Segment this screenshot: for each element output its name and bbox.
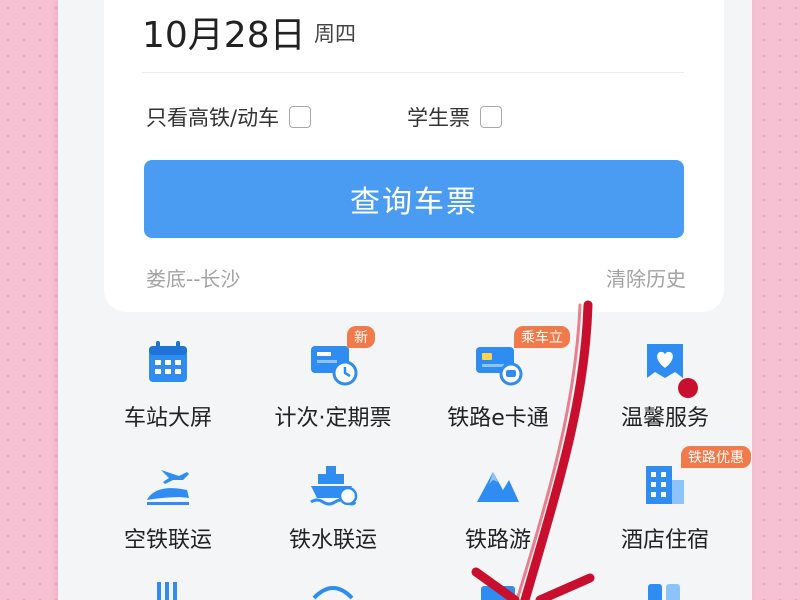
high-speed-only-option[interactable]: 只看高铁/动车	[146, 102, 312, 132]
service-row3-item-3[interactable]	[418, 578, 578, 600]
student-ticket-option[interactable]: 学生票	[407, 102, 502, 132]
service-air-rail[interactable]: 空铁联运	[88, 460, 248, 560]
service-row3-item-4[interactable]	[585, 578, 745, 600]
service-label: 铁路游	[464, 528, 531, 553]
service-station-screen[interactable]: 车站大屏	[88, 338, 248, 438]
student-ticket-checkbox[interactable]	[480, 106, 502, 128]
service-hotel[interactable]: 铁路优惠 酒店住宿	[585, 446, 751, 560]
service-row3-item-2[interactable]	[253, 578, 413, 600]
service-label: 铁路e卡通	[447, 406, 549, 431]
list-icon	[473, 578, 523, 600]
service-label: 车站大屏	[123, 406, 212, 431]
service-label: 空铁联运	[123, 528, 212, 553]
student-ticket-label: 学生票	[407, 106, 470, 130]
dining-icon	[143, 578, 193, 600]
service-row3-item-1[interactable]	[88, 578, 248, 600]
high-speed-only-checkbox[interactable]	[289, 106, 312, 128]
service-warm-service[interactable]: 温馨服务	[585, 338, 745, 438]
ticket-search-card: 10月28日 周四 只看高铁/动车 学生票 查询车票 娄底--长沙 清除历史	[104, 0, 724, 312]
service-label: 酒店住宿	[620, 528, 709, 553]
grid-icon	[640, 578, 690, 600]
ship-train-icon	[308, 460, 358, 510]
calendar-icon	[143, 338, 193, 388]
query-tickets-button[interactable]: 查询车票	[144, 160, 684, 238]
service-rail-water[interactable]: 铁水联运	[253, 460, 413, 560]
mountain-icon	[473, 460, 523, 510]
divider	[142, 72, 684, 73]
service-rail-travel[interactable]: 铁路游	[418, 460, 578, 560]
plane-train-icon	[143, 460, 193, 510]
basket-icon	[308, 578, 358, 600]
service-label: 温馨服务	[620, 406, 709, 431]
service-railway-ecard[interactable]: 乘车立 铁路e卡通	[418, 326, 578, 438]
travel-date[interactable]: 10月28日	[142, 6, 306, 58]
search-history-item[interactable]: 娄底--长沙	[146, 263, 240, 292]
ecard-badge: 乘车立	[514, 326, 570, 348]
service-periodic-ticket[interactable]: 新 计次·定期票	[253, 326, 413, 438]
travel-weekday: 周四	[314, 22, 356, 46]
service-label: 计次·定期票	[274, 406, 392, 431]
railway-discount-badge: 铁路优惠	[681, 446, 751, 468]
clear-history-button[interactable]: 清除历史	[606, 263, 686, 292]
service-label: 铁水联运	[288, 528, 377, 553]
high-speed-only-label: 只看高铁/动车	[146, 106, 280, 130]
new-badge: 新	[347, 326, 375, 348]
heart-service-icon	[640, 338, 690, 388]
